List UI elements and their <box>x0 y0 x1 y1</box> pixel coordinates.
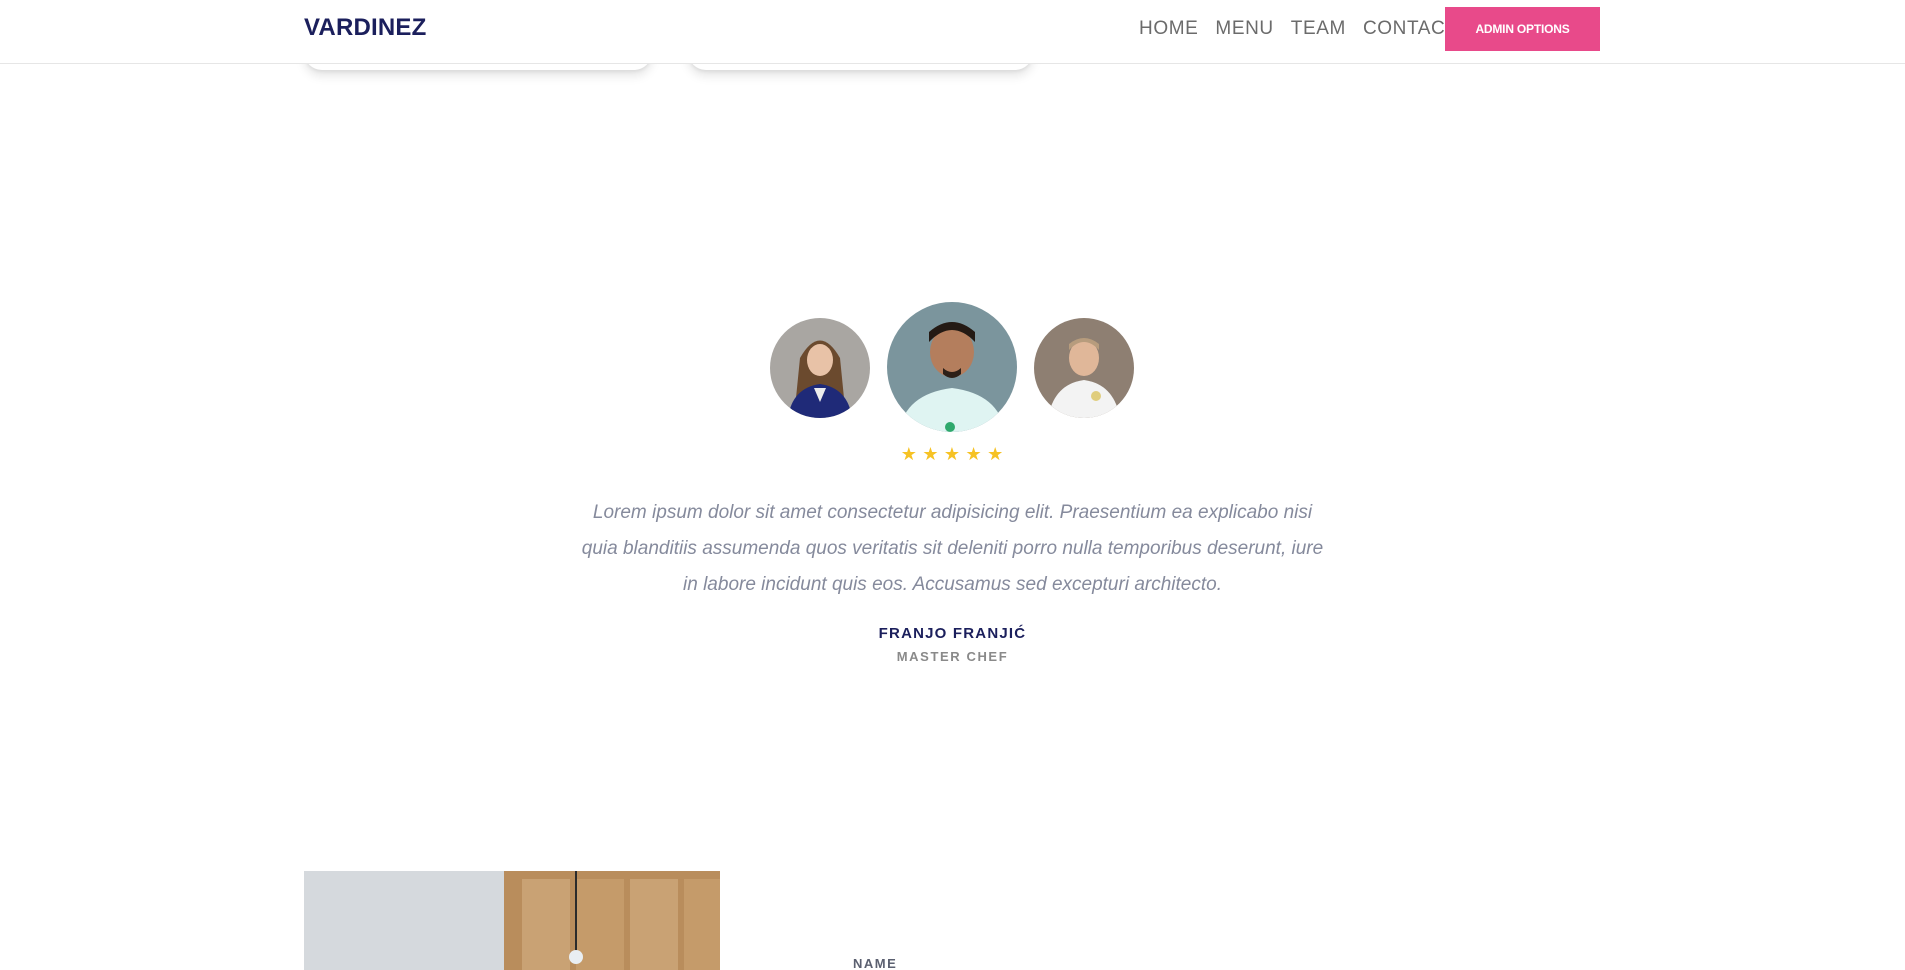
avatar-center[interactable] <box>887 302 1017 432</box>
woman-portrait-icon <box>770 318 870 418</box>
testimonial-author: FRANJO FRANJIĆ <box>878 625 1027 642</box>
brand-logo[interactable]: VARDINEZ <box>304 14 427 42</box>
rating-stars: ★ ★ ★ ★ ★ <box>0 444 1905 465</box>
admin-options-button[interactable]: ADMIN OPTIONS <box>1445 7 1600 51</box>
nav-menu[interactable]: MENU <box>1215 18 1273 40</box>
star-icon: ★ <box>943 444 962 464</box>
testimonial-role: MASTER CHEF <box>896 649 1009 664</box>
star-icon: ★ <box>922 444 940 464</box>
nav-home[interactable]: HOME <box>1139 18 1198 40</box>
avatar-left[interactable] <box>770 318 870 418</box>
star-icon: ★ <box>900 444 918 464</box>
star-icon: ★ <box>965 444 983 464</box>
testimonial-quote: Lorem ipsum dolor sit amet consectetur a… <box>581 502 1324 595</box>
interior-photo-icon <box>304 871 720 970</box>
star-icon: ★ <box>987 444 1005 464</box>
avatar-right[interactable] <box>1034 318 1134 418</box>
chef-portrait-icon <box>887 302 1017 432</box>
restaurant-interior-image <box>304 871 720 970</box>
navbar: VARDINEZ HOME MENU TEAM CONTACT ADMIN OP… <box>0 0 1905 64</box>
nav-team[interactable]: TEAM <box>1291 18 1346 40</box>
name-field-label: NAME <box>853 956 898 970</box>
nav-contact[interactable]: CONTACT <box>1363 18 1458 40</box>
chef-portrait-icon <box>1034 318 1134 418</box>
main-nav: HOME MENU TEAM CONTACT <box>1139 18 1458 40</box>
